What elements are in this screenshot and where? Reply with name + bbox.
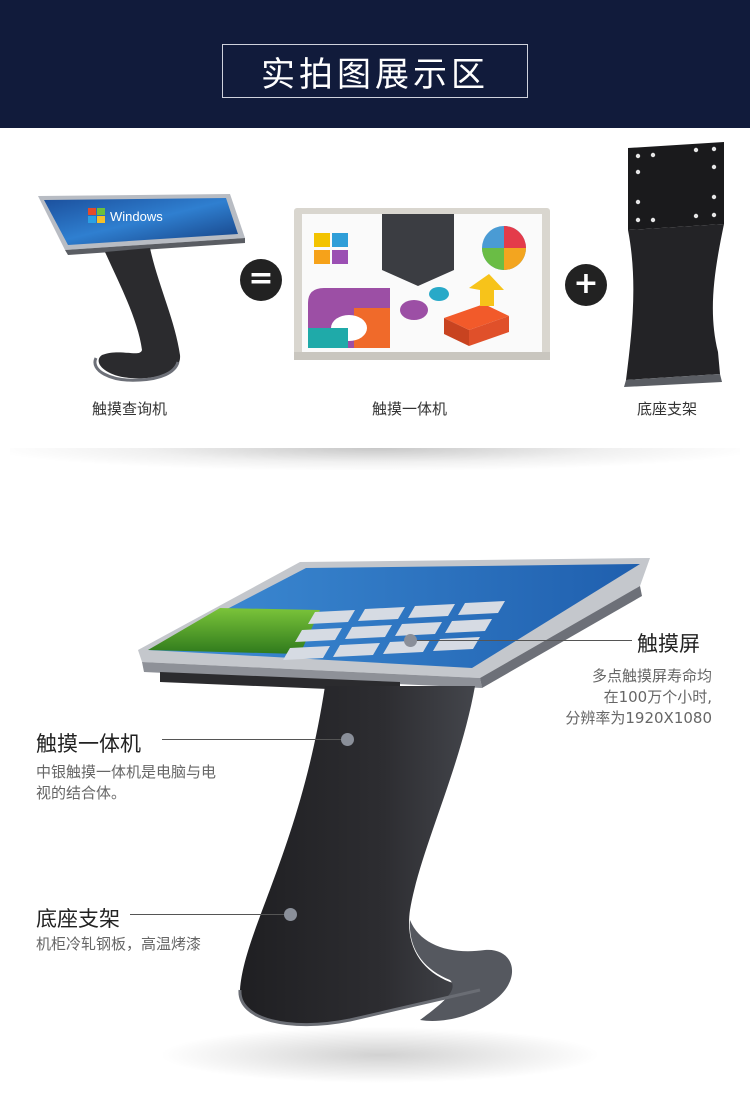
caption-aio: 触摸一体机	[372, 400, 448, 418]
aio-screen-image	[294, 208, 550, 360]
equals-icon: =	[240, 259, 282, 301]
callout-desc-screen-line2: 在100万个小时,	[603, 688, 712, 706]
caption-stand: 底座支架	[637, 400, 698, 418]
windows-logo-text: Windows	[110, 209, 163, 224]
stand-image	[624, 142, 724, 387]
callout-line-stand	[130, 914, 288, 915]
callout-line-screen	[412, 640, 632, 641]
callout-line-aio	[162, 739, 344, 740]
plus-symbol: +	[573, 266, 599, 301]
callout-dot-aio	[341, 733, 354, 746]
callout-desc-aio: 中银触摸一体机是电脑与电 视的结合体。	[36, 762, 276, 804]
header-banner: 实拍图展示区	[0, 0, 750, 128]
callout-desc-stand-line1: 机柜冷轧钢板，高温烤漆	[36, 935, 202, 953]
callout-dot-screen	[404, 634, 417, 647]
header-title-frame: 实拍图展示区	[222, 44, 528, 98]
caption-kiosk: 触摸查询机	[92, 400, 168, 418]
section-divider-shadow	[10, 448, 740, 470]
callout-desc-aio-line2: 视的结合体。	[36, 784, 127, 802]
callout-title-stand: 底座支架	[36, 907, 120, 931]
callout-dot-stand	[284, 908, 297, 921]
kiosk-small-image: Windows	[38, 194, 245, 382]
callout-desc-screen-line1: 多点触摸屏寿命均	[591, 667, 712, 685]
callout-desc-aio-line1: 中银触摸一体机是电脑与电	[36, 763, 217, 781]
callout-desc-stand: 机柜冷轧钢板，高温烤漆	[36, 934, 276, 955]
callout-title-aio: 触摸一体机	[36, 732, 141, 756]
callout-desc-screen: 多点触摸屏寿命均 在100万个小时, 分辨率为1920X1080	[520, 666, 712, 729]
page-title: 实拍图展示区	[261, 54, 489, 95]
callout-desc-screen-line3: 分辨率为1920X1080	[565, 709, 712, 727]
callout-title-screen: 触摸屏	[637, 632, 700, 656]
plus-icon: +	[565, 264, 607, 306]
kiosk-large-image	[138, 558, 650, 1083]
equals-symbol: =	[248, 261, 274, 296]
